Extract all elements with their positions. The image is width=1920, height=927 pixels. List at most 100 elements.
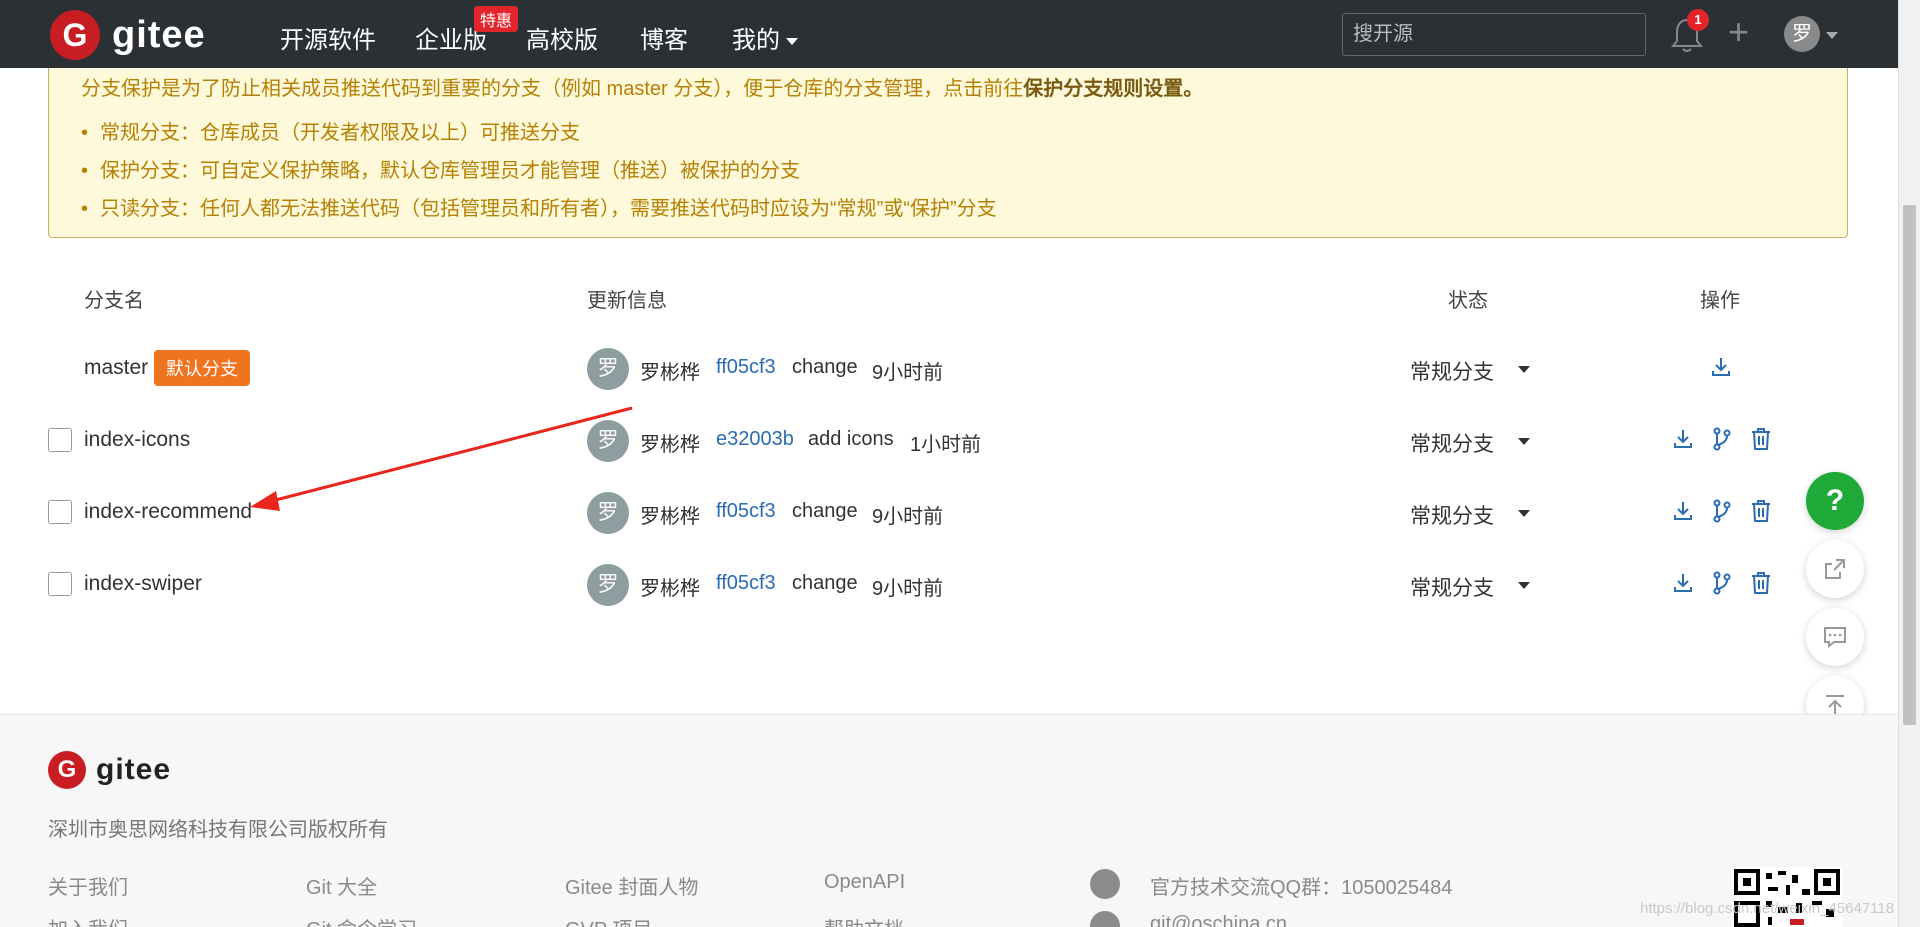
qr-code-image	[1732, 867, 1842, 927]
share-button[interactable]	[1806, 540, 1864, 598]
pull-request-icon[interactable]	[1709, 498, 1735, 524]
chevron-down-icon	[786, 38, 798, 46]
mail-icon	[1090, 911, 1120, 927]
branch-checkbox[interactable]	[48, 500, 72, 524]
download-icon[interactable]	[1670, 498, 1696, 524]
footer-link-about[interactable]: 关于我们	[48, 871, 128, 900]
notice-bullet-protected: 保护分支：可自定义保护策略，默认仓库管理员才能管理（推送）被保护的分支	[81, 152, 997, 190]
commit-message: add icons	[808, 428, 894, 450]
notice-intro-text: 分支保护是为了防止相关成员推送代码到重要的分支（例如 master 分支），便于…	[81, 78, 1024, 100]
nav-mine[interactable]: 我的	[732, 20, 798, 55]
footer-link-gvp[interactable]: GVP 项目	[565, 913, 652, 927]
footer-link-join[interactable]: 加入我们	[48, 913, 128, 927]
footer-logo-text: gitee	[96, 753, 172, 786]
branch-status-select[interactable]: 常规分支	[1410, 500, 1494, 530]
chevron-down-icon[interactable]	[1826, 32, 1838, 39]
branch-name[interactable]: index-recommend	[84, 500, 252, 524]
author-name[interactable]: 罗彬桦	[640, 356, 700, 385]
branch-protection-notice: 分支保护是为了防止相关成员推送代码到重要的分支（例如 master 分支），便于…	[48, 62, 1848, 238]
commit-message: change	[792, 500, 858, 522]
promo-badge: 特惠	[474, 6, 519, 32]
watermark-text: https://blog.csdn.net/weixin_45647118	[1640, 900, 1895, 917]
commit-message: change	[792, 356, 858, 378]
author-avatar[interactable]: 罗	[587, 348, 629, 390]
protection-rules-link[interactable]: 保护分支规则设置。	[1023, 78, 1203, 100]
default-branch-badge: 默认分支	[154, 350, 250, 386]
search-input[interactable]	[1342, 13, 1646, 56]
scrollbar-thumb[interactable]	[1903, 205, 1916, 725]
email-link[interactable]: git@oschina.cn	[1150, 913, 1287, 927]
header-update-info: 更新信息	[587, 290, 667, 312]
download-icon[interactable]	[1708, 354, 1734, 380]
branch-status-select[interactable]: 常规分支	[1410, 356, 1494, 386]
branch-name[interactable]: index-icons	[84, 428, 190, 452]
notice-intro: 分支保护是为了防止相关成员推送代码到重要的分支（例如 master 分支），便于…	[81, 72, 1203, 101]
help-button[interactable]: ?	[1806, 472, 1864, 530]
nav-mine-label: 我的	[732, 27, 780, 54]
footer-link-help[interactable]: 帮助文档	[824, 913, 904, 927]
plus-icon[interactable]: +	[1728, 14, 1749, 50]
header-status: 状态	[1448, 290, 1488, 312]
table-row: master 默认分支 罗 罗彬桦 ff05cf3 change 9小时前 常规…	[0, 332, 1898, 404]
chevron-down-icon[interactable]	[1518, 582, 1530, 589]
trash-icon[interactable]	[1748, 498, 1774, 524]
branch-status-select[interactable]: 常规分支	[1410, 428, 1494, 458]
footer: G gitee 深圳市奥思网络科技有限公司版权所有 关于我们 加入我们 Git …	[0, 714, 1898, 927]
vertical-scrollbar[interactable]	[1898, 0, 1920, 927]
nav-blog[interactable]: 博客	[640, 20, 688, 55]
header-actions: 操作	[1700, 290, 1740, 312]
feedback-button[interactable]	[1806, 608, 1864, 666]
pull-request-icon[interactable]	[1709, 426, 1735, 452]
chevron-down-icon[interactable]	[1518, 510, 1530, 517]
gitee-logo[interactable]: G gitee	[50, 10, 206, 60]
table-row: index-swiper 罗 罗彬桦 ff05cf3 change 9小时前 常…	[0, 548, 1898, 620]
branch-name[interactable]: index-swiper	[84, 572, 202, 596]
branch-checkbox[interactable]	[48, 428, 72, 452]
author-name[interactable]: 罗彬桦	[640, 572, 700, 601]
branch-checkbox[interactable]	[48, 572, 72, 596]
notice-bullet-readonly: 只读分支：任何人都无法推送代码（包括管理员和所有者），需要推送代码时应设为“常规…	[81, 190, 997, 228]
author-name[interactable]: 罗彬桦	[640, 428, 700, 457]
chevron-down-icon[interactable]	[1518, 438, 1530, 445]
author-avatar[interactable]: 罗	[587, 420, 629, 462]
gitee-logo-icon: G	[48, 751, 86, 789]
commit-sha[interactable]: e32003b	[716, 428, 794, 451]
commit-time: 9小时前	[872, 578, 944, 600]
copyright-text: 深圳市奥思网络科技有限公司版权所有	[48, 819, 388, 841]
download-icon[interactable]	[1670, 570, 1696, 596]
footer-link-git-guide[interactable]: Git 大全	[306, 871, 377, 900]
commit-time: 9小时前	[872, 506, 944, 528]
nav-education[interactable]: 高校版	[526, 20, 598, 55]
download-icon[interactable]	[1670, 426, 1696, 452]
nav-open-source[interactable]: 开源软件	[280, 20, 376, 55]
gitee-logo-icon: G	[50, 10, 100, 60]
commit-sha[interactable]: ff05cf3	[716, 356, 776, 379]
chevron-down-icon[interactable]	[1518, 366, 1530, 373]
trash-icon[interactable]	[1748, 570, 1774, 596]
trash-icon[interactable]	[1748, 426, 1774, 452]
footer-logo[interactable]: G gitee	[48, 751, 171, 789]
author-avatar[interactable]: 罗	[587, 564, 629, 606]
notification-count-badge: 1	[1687, 9, 1709, 31]
user-avatar[interactable]: 罗	[1784, 16, 1820, 52]
commit-time: 9小时前	[872, 362, 944, 384]
top-navbar: G gitee 开源软件 企业版 特惠 高校版 博客 我的 1 + 罗	[0, 0, 1898, 68]
branch-name[interactable]: master	[84, 356, 148, 380]
author-name[interactable]: 罗彬桦	[640, 500, 700, 529]
branch-status-select[interactable]: 常规分支	[1410, 572, 1494, 602]
footer-link-openapi[interactable]: OpenAPI	[824, 871, 905, 894]
commit-message: change	[792, 572, 858, 594]
commit-sha[interactable]: ff05cf3	[716, 572, 776, 595]
footer-link-git-learn[interactable]: Git 命令学习	[306, 913, 417, 927]
notice-bullet-regular: 常规分支：仓库成员（开发者权限及以上）可推送分支	[81, 114, 997, 152]
table-row: index-recommend 罗 罗彬桦 ff05cf3 change 9小时…	[0, 476, 1898, 548]
table-row: index-icons 罗 罗彬桦 e32003b add icons 1小时前…	[0, 404, 1898, 476]
commit-time: 1小时前	[910, 434, 982, 456]
pull-request-icon[interactable]	[1709, 570, 1735, 596]
notice-list: 常规分支：仓库成员（开发者权限及以上）可推送分支 保护分支：可自定义保护策略，默…	[81, 114, 997, 228]
qq-icon	[1090, 869, 1120, 899]
footer-link-cover-people[interactable]: Gitee 封面人物	[565, 871, 698, 900]
comment-icon	[1824, 627, 1846, 649]
commit-sha[interactable]: ff05cf3	[716, 500, 776, 523]
author-avatar[interactable]: 罗	[587, 492, 629, 534]
